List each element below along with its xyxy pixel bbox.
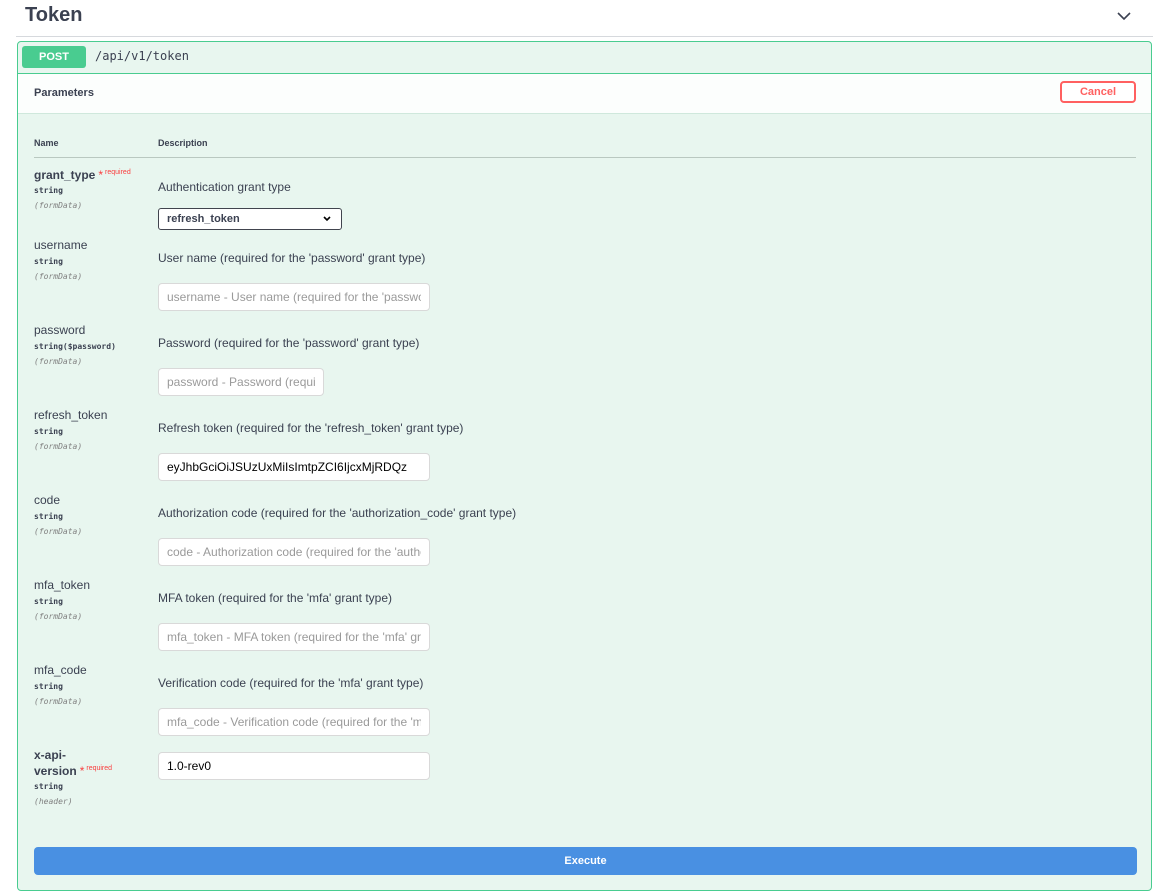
mfa-token-input[interactable]	[158, 623, 430, 651]
method-badge: POST	[22, 46, 86, 68]
tag-title: Token	[25, 4, 83, 26]
password-input[interactable]	[158, 368, 324, 396]
param-name-username: username	[34, 238, 88, 252]
param-name-password: password	[34, 323, 86, 337]
cancel-button[interactable]: Cancel	[1060, 81, 1136, 103]
param-name-mfa-token: mfa_token	[34, 578, 91, 592]
param-name-line-2: version	[34, 764, 77, 778]
param-name-grant-type: grant_type * required	[34, 166, 131, 182]
param-type: string($password)	[34, 342, 116, 351]
param-type: string	[34, 427, 63, 436]
parameters-header: Parameters Cancel	[18, 74, 1151, 114]
param-name-x-api-version: x-api- version * required	[34, 748, 112, 778]
param-type: string	[34, 782, 63, 791]
param-location: (formData)	[34, 442, 83, 451]
param-name-code: code	[34, 493, 61, 507]
param-description: Authentication grant type	[158, 180, 291, 194]
param-name-refresh-token: refresh_token	[34, 408, 108, 422]
tag-header[interactable]: Token	[16, 0, 1153, 37]
execute-button[interactable]: Execute	[34, 847, 1137, 875]
param-type: string	[34, 682, 63, 691]
required-label: required	[86, 765, 113, 772]
required-star: *	[98, 168, 104, 182]
param-location: (header)	[34, 797, 73, 806]
grant-type-select[interactable]: refresh_token	[158, 208, 342, 230]
param-name-mfa-code: mfa_code	[34, 663, 87, 677]
grant-type-selected-value: refresh_token	[167, 213, 240, 225]
param-description: User name (required for the 'password' g…	[158, 251, 426, 265]
param-name-line-1: x-api-	[34, 748, 67, 762]
param-description: Verification code (required for the 'mfa…	[158, 676, 424, 690]
refresh-token-input[interactable]	[158, 453, 430, 481]
param-description: Refresh token (required for the 'refresh…	[158, 421, 464, 435]
param-description: MFA token (required for the 'mfa' grant …	[158, 591, 393, 605]
operation-block-post-token: POST /api/v1/token Parameters Cancel Nam…	[17, 41, 1152, 891]
column-header-name: Name	[34, 138, 59, 148]
param-type: string	[34, 597, 63, 606]
param-location: (formData)	[34, 272, 83, 281]
param-description: Password (required for the 'password' gr…	[158, 336, 420, 350]
required-label: required	[105, 169, 131, 176]
operation-path: /api/v1/token	[95, 49, 189, 63]
operation-summary[interactable]: POST /api/v1/token	[18, 42, 1151, 74]
chevron-down-icon[interactable]	[1115, 7, 1133, 25]
param-location: (formData)	[34, 357, 83, 366]
param-location: (formData)	[34, 697, 83, 706]
param-location: (formData)	[34, 201, 83, 210]
param-type: string	[34, 512, 63, 521]
x-api-version-input[interactable]	[158, 752, 430, 780]
param-location: (formData)	[34, 527, 83, 536]
mfa-code-input[interactable]	[158, 708, 430, 736]
chevron-down-icon	[323, 216, 331, 222]
param-location: (formData)	[34, 612, 83, 621]
param-name-text: grant_type	[34, 168, 96, 182]
param-type: string	[34, 186, 63, 195]
required-star: *	[79, 764, 85, 778]
parameters-title: Parameters	[34, 87, 94, 99]
header-divider	[34, 157, 1136, 158]
username-input[interactable]	[158, 283, 430, 311]
code-input[interactable]	[158, 538, 430, 566]
param-description: Authorization code (required for the 'au…	[158, 506, 517, 520]
column-header-description: Description	[158, 138, 208, 148]
param-type: string	[34, 257, 63, 266]
